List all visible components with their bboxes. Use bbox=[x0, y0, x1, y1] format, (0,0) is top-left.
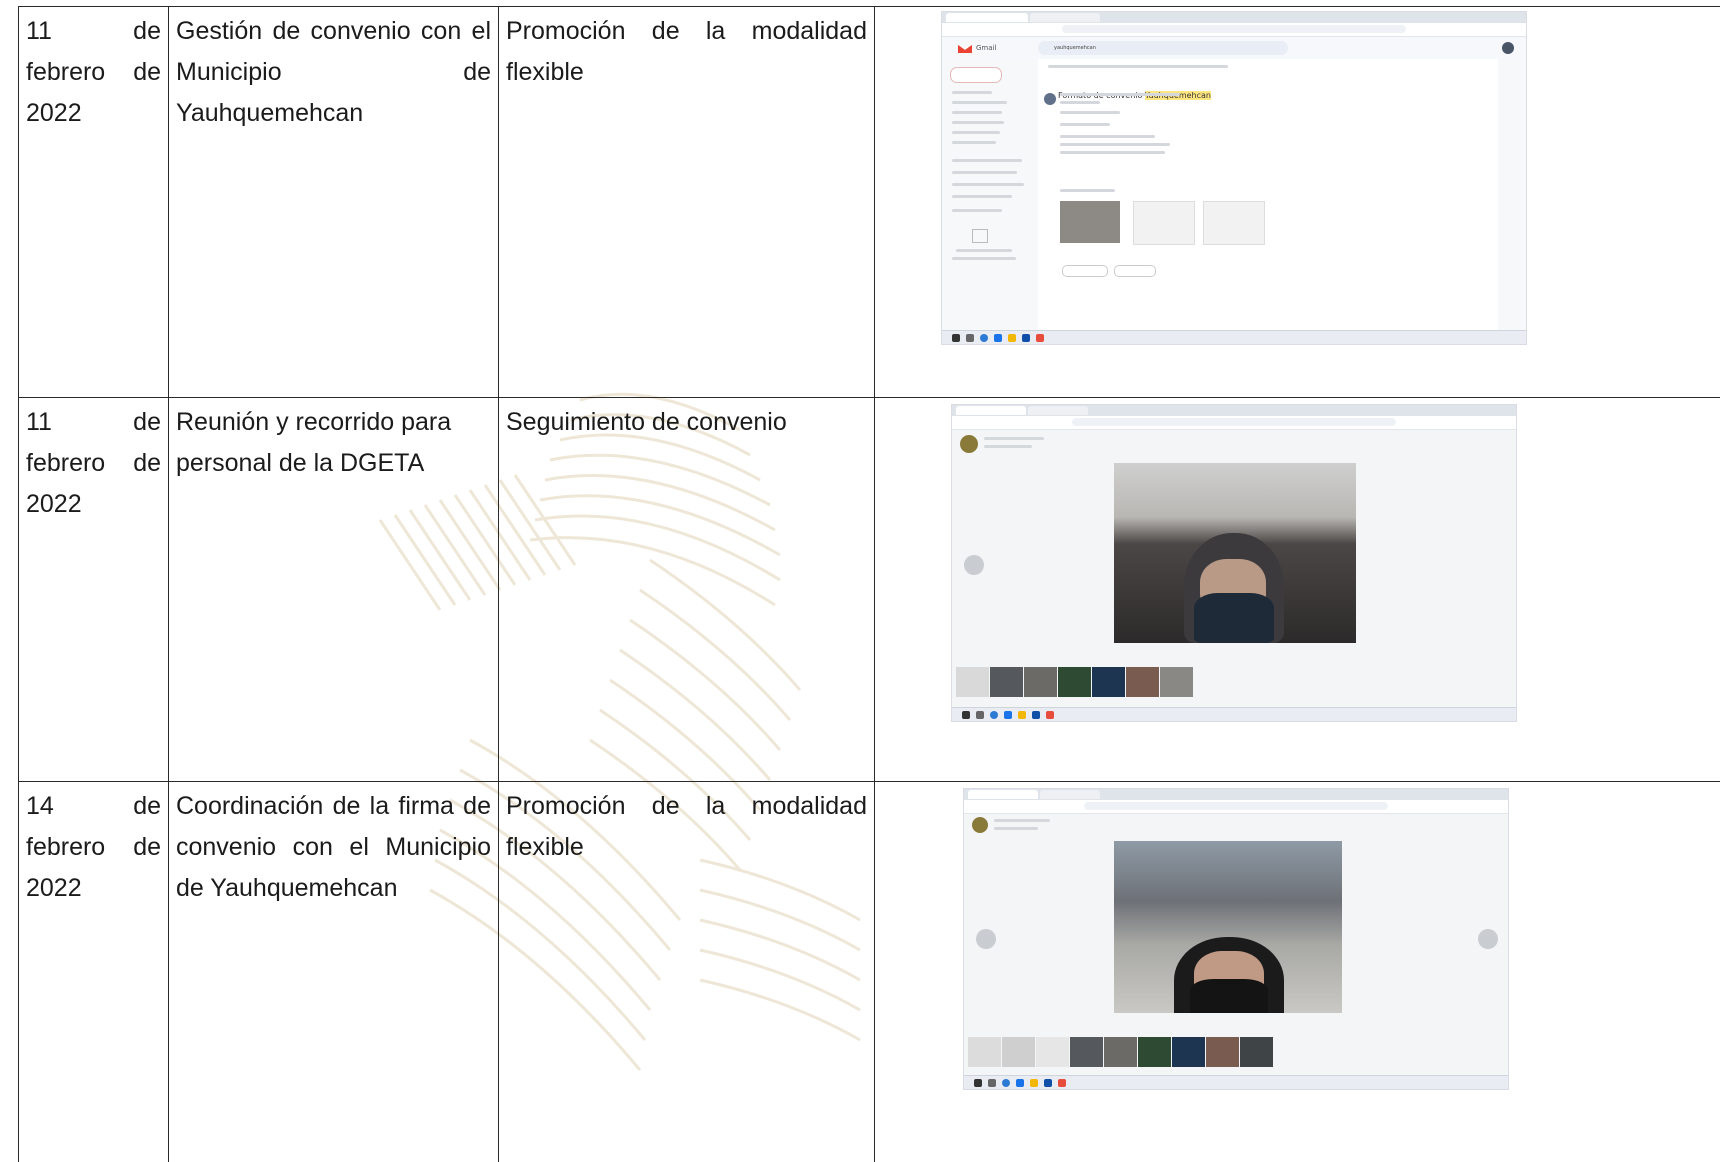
thumbnail[interactable] bbox=[1138, 1037, 1171, 1067]
thumbnail[interactable] bbox=[1024, 667, 1057, 697]
purpose-cell: Promoción de la modalidad flexible bbox=[499, 782, 875, 1162]
table-row: 11 de febrero de 2022 Reunión y recorrid… bbox=[19, 398, 1720, 782]
gmail-app-name: Gmail bbox=[976, 45, 996, 52]
thumbnail[interactable] bbox=[1092, 667, 1125, 697]
activity-cell: Reunión y recorrido para personal de la … bbox=[169, 398, 499, 782]
thumbnail[interactable] bbox=[1240, 1037, 1273, 1067]
reply-button[interactable] bbox=[1062, 265, 1108, 277]
previous-icon[interactable] bbox=[964, 555, 984, 575]
thumbnail[interactable] bbox=[1172, 1037, 1205, 1067]
evidence-cell bbox=[875, 782, 1720, 1162]
whatsapp-screenshot bbox=[951, 404, 1517, 722]
date-cell: 11 de febrero de 2022 bbox=[19, 398, 169, 782]
thumbnail[interactable] bbox=[1160, 667, 1193, 697]
thumbnail[interactable] bbox=[1070, 1037, 1103, 1067]
date-cell: 11 de febrero de 2022 bbox=[19, 7, 169, 398]
activities-table: 11 de febrero de 2022 Gestión de conveni… bbox=[18, 6, 1720, 1162]
thumbnail[interactable] bbox=[956, 667, 989, 697]
avatar bbox=[960, 435, 978, 453]
thumbnail[interactable] bbox=[1002, 1037, 1035, 1067]
whatsapp-screenshot bbox=[963, 788, 1509, 1090]
activity-cell: Coordinación de la firma de convenio con… bbox=[169, 782, 499, 1162]
evidence-cell: Gmail yauhquemehcan bbox=[875, 7, 1720, 398]
previous-icon[interactable] bbox=[976, 929, 996, 949]
compose-button[interactable] bbox=[950, 67, 1002, 83]
search-input[interactable]: yauhquemehcan bbox=[1038, 41, 1288, 55]
purpose-cell: Seguimiento de convenio bbox=[499, 398, 875, 782]
thumbnail[interactable] bbox=[1058, 667, 1091, 697]
table-row: 11 de febrero de 2022 Gestión de conveni… bbox=[19, 7, 1720, 398]
next-icon[interactable] bbox=[1478, 929, 1498, 949]
table-row: 14 de febrero de 2022 Coordinación de la… bbox=[19, 782, 1720, 1162]
photo-viewer bbox=[1114, 841, 1342, 1013]
evidence-cell bbox=[875, 398, 1720, 782]
purpose-cell: Promoción de la modalidad flexible bbox=[499, 7, 875, 398]
thumbnail[interactable] bbox=[1206, 1037, 1239, 1067]
avatar bbox=[972, 817, 988, 833]
attachment-thumbnail[interactable] bbox=[1060, 201, 1120, 243]
photo-viewer bbox=[1114, 463, 1356, 643]
attachment-thumbnail[interactable] bbox=[1133, 201, 1195, 245]
thumbnail[interactable] bbox=[1036, 1037, 1069, 1067]
activity-cell: Gestión de convenio con el Municipio de … bbox=[169, 7, 499, 398]
sender-avatar bbox=[1044, 93, 1056, 105]
forward-button[interactable] bbox=[1114, 265, 1156, 277]
thumbnail[interactable] bbox=[1126, 667, 1159, 697]
gmail-logo-icon bbox=[958, 43, 972, 53]
thumbnail[interactable] bbox=[1104, 1037, 1137, 1067]
thumbnail[interactable] bbox=[968, 1037, 1001, 1067]
attachment-thumbnail[interactable] bbox=[1203, 201, 1265, 245]
gmail-screenshot: Gmail yauhquemehcan bbox=[941, 11, 1527, 345]
thumbnail[interactable] bbox=[990, 667, 1023, 697]
avatar[interactable] bbox=[1502, 42, 1514, 54]
date-cell: 14 de febrero de 2022 bbox=[19, 782, 169, 1162]
